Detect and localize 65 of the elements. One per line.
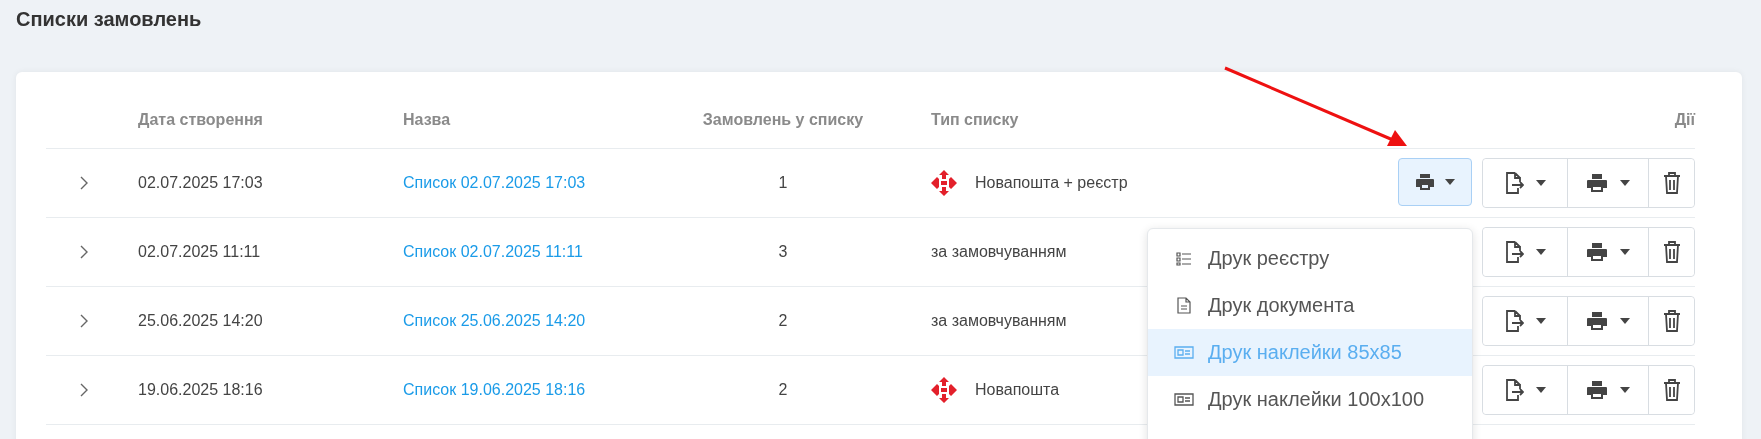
chevron-icon [79,244,89,260]
menu-item[interactable]: Друк документа [1148,282,1472,329]
caret-icon [1536,318,1546,324]
count-cell-text: 2 [777,312,789,330]
caret-icon [1620,387,1630,393]
export-icon [1504,172,1524,194]
export-icon [1504,241,1524,263]
expand-button[interactable] [79,313,89,329]
page-title: Списки замовлень [16,7,203,31]
trash-icon [1662,241,1681,263]
column-header: Замовлень у списку [701,111,865,129]
caret-icon [1536,180,1546,186]
menu-item[interactable]: Друк наклейки 100x100 [1148,376,1472,423]
trash-icon [1662,379,1681,401]
column-header: Назва [403,111,452,129]
list-link[interactable]: Список 02.07.2025 17:03 [403,174,586,192]
column-header: Дії [1674,111,1695,129]
chevron-icon [79,382,89,398]
export-dropdown-button[interactable] [1483,366,1568,414]
list-icon [1174,251,1194,266]
count-cell-text: 1 [777,174,789,192]
export-icon [1504,310,1524,332]
list-link[interactable]: Список 25.06.2025 14:20 [403,312,586,330]
printer-icon [1586,242,1608,262]
export-dropdown-button[interactable] [1483,228,1568,276]
printer-icon [1415,173,1435,191]
list-type: Новапошта [975,381,1060,399]
export-dropdown-button[interactable] [1483,297,1568,345]
printer-icon [1586,380,1608,400]
count-cell-text: 2 [777,381,789,399]
column-header: Дата створення [138,111,264,129]
caret-icon [1620,318,1630,324]
list-type: за замовчуванням [931,312,1067,330]
menu-item[interactable]: Друк реєстру [1148,235,1472,282]
caret-icon [1445,179,1455,185]
chevron-icon [79,313,89,329]
printer-icon [1586,311,1608,331]
print-dropdown-button[interactable] [1398,158,1472,206]
date-cell-text: 02.07.2025 17:03 [138,174,264,192]
caret-icon [1620,249,1630,255]
caret-icon [1536,387,1546,393]
export-dropdown-button[interactable] [1483,159,1568,207]
expand-button[interactable] [79,244,89,260]
expand-button[interactable] [79,175,89,191]
expand-button[interactable] [79,382,89,398]
list-type: за замовчуванням [931,243,1067,261]
list-link[interactable]: Список 02.07.2025 11:11 [403,243,583,261]
printer-icon [1586,173,1608,193]
list-type: Новапошта + реєстр [975,174,1128,192]
label-icon [1174,393,1194,406]
export-icon [1504,379,1524,401]
column-header: Тип списку [930,111,1020,129]
list-link[interactable]: Список 19.06.2025 18:16 [403,381,586,399]
date-cell-text: 02.07.2025 11:11 [138,243,262,261]
date-cell-text: 19.06.2025 18:16 [138,381,264,399]
chevron-icon [79,175,89,191]
caret-icon [1620,180,1630,186]
document-icon [1174,297,1194,314]
trash-icon [1662,172,1681,194]
menu-item[interactable]: Друк наклейки 85x85 [1148,329,1472,376]
trash-icon [1662,310,1681,332]
date-cell-text: 25.06.2025 14:20 [138,312,264,330]
label-icon [1174,346,1194,359]
caret-icon [1536,249,1546,255]
count-cell-text: 3 [777,243,789,261]
